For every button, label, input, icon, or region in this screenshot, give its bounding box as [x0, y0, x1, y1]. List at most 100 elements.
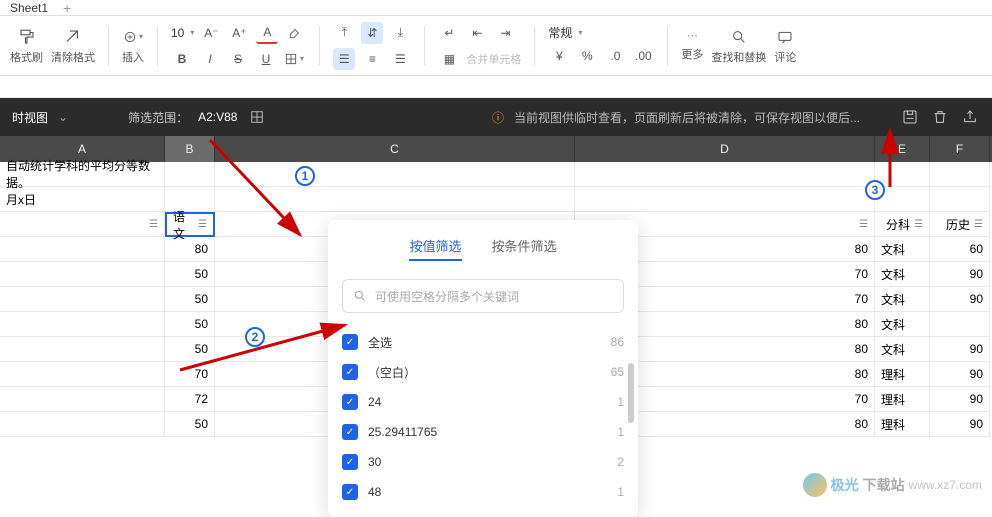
col-header-e[interactable]: E [875, 136, 930, 162]
border-icon[interactable]: ▾ [283, 48, 305, 70]
valign-top-icon[interactable]: ⤒ [333, 22, 355, 44]
cell[interactable] [0, 387, 165, 412]
cell[interactable]: 90 [930, 287, 990, 312]
font-color-icon[interactable]: A [256, 22, 278, 44]
filter-header-e[interactable]: 分科☰ [875, 212, 930, 237]
cell[interactable]: 50 [165, 337, 215, 362]
strikethrough-icon[interactable]: S [227, 48, 249, 70]
font-size-selector[interactable]: 10▾ [171, 26, 194, 40]
scrollbar[interactable] [628, 363, 634, 423]
cell[interactable]: 理科 [875, 387, 930, 412]
cell[interactable]: 90 [930, 412, 990, 437]
format-painter-icon[interactable] [17, 27, 37, 47]
cell[interactable]: 72 [165, 387, 215, 412]
filter-header-b[interactable]: 语文☰ [165, 212, 215, 237]
insert-icon[interactable]: ▾ [123, 27, 143, 47]
checkbox-icon[interactable]: ✓ [342, 394, 358, 410]
underline-icon[interactable]: U [255, 48, 277, 70]
font-size-decrease-icon[interactable]: A⁻ [200, 22, 222, 44]
cell[interactable]: 理科 [875, 362, 930, 387]
number-format-selector[interactable]: 常规▾ [548, 24, 582, 41]
chevron-down-icon[interactable]: ⌄ [58, 110, 68, 124]
clear-format-icon[interactable] [63, 27, 83, 47]
cell[interactable] [0, 237, 165, 262]
checkbox-icon[interactable]: ✓ [342, 424, 358, 440]
col-header-d[interactable]: D [575, 136, 875, 162]
indent-left-icon[interactable]: ⇤ [466, 22, 488, 44]
cell[interactable] [0, 362, 165, 387]
cell[interactable] [0, 337, 165, 362]
wrap-text-icon[interactable]: ↵ [438, 22, 460, 44]
filter-option[interactable]: ✓25.294117651 [342, 417, 624, 447]
cell[interactable]: 自动统计学科的平均分等数据。 [0, 162, 165, 187]
align-center-icon[interactable]: ≡ [361, 48, 383, 70]
cell[interactable] [0, 412, 165, 437]
checkbox-icon[interactable]: ✓ [342, 454, 358, 470]
more-label[interactable]: 更多 [681, 46, 703, 62]
cell[interactable]: 理科 [875, 412, 930, 437]
cell[interactable]: 50 [165, 312, 215, 337]
filter-header-f[interactable]: 历史☰ [930, 212, 990, 237]
valign-bottom-icon[interactable]: ⤓ [389, 22, 411, 44]
filter-search-input[interactable]: 可使用空格分隔多个关键词 [342, 279, 624, 313]
cell[interactable] [930, 187, 990, 212]
filter-icon[interactable]: ☰ [198, 219, 207, 230]
cell[interactable] [0, 287, 165, 312]
cell[interactable] [930, 312, 990, 337]
filter-option[interactable]: ✓全选86 [342, 327, 624, 357]
filter-header-a[interactable]: ☰ [0, 212, 165, 237]
cell[interactable]: 文科 [875, 237, 930, 262]
col-header-b[interactable]: B [165, 136, 215, 162]
filter-option[interactable]: ✓481 [342, 477, 624, 507]
cell[interactable]: 90 [930, 337, 990, 362]
font-size-increase-icon[interactable]: A⁺ [228, 22, 250, 44]
col-header-c[interactable]: C [215, 136, 575, 162]
tab-filter-by-value[interactable]: 按值筛选 [409, 232, 461, 261]
sheet-tab[interactable]: Sheet1 [10, 1, 48, 15]
cell[interactable]: 70 [165, 362, 215, 387]
filter-icon[interactable]: ☰ [149, 219, 158, 230]
fill-color-icon[interactable] [284, 22, 306, 44]
cell[interactable]: 50 [165, 262, 215, 287]
decimal-decrease-icon[interactable]: .0 [604, 45, 626, 67]
cell[interactable]: 文科 [875, 262, 930, 287]
checkbox-icon[interactable]: ✓ [342, 484, 358, 500]
cell[interactable]: 90 [930, 387, 990, 412]
checkbox-icon[interactable]: ✓ [342, 364, 358, 380]
valign-middle-icon[interactable]: ⇵ [361, 22, 383, 44]
bold-icon[interactable]: B [171, 48, 193, 70]
add-sheet-button[interactable]: + [63, 0, 71, 16]
grid-icon[interactable] [247, 110, 267, 124]
cell[interactable]: 50 [165, 412, 215, 437]
filter-icon[interactable]: ☰ [859, 219, 868, 230]
filter-option[interactable]: ✓241 [342, 387, 624, 417]
checkbox-icon[interactable]: ✓ [342, 334, 358, 350]
cell[interactable] [875, 162, 930, 187]
comments-icon[interactable] [775, 27, 795, 47]
cell[interactable] [215, 162, 575, 187]
cell[interactable]: 90 [930, 262, 990, 287]
percent-icon[interactable]: % [576, 45, 598, 67]
cell[interactable]: 月x日 [0, 187, 165, 212]
cell[interactable]: 60 [930, 237, 990, 262]
cell[interactable]: 90 [930, 362, 990, 387]
share-view-icon[interactable] [960, 109, 980, 125]
cell[interactable] [0, 312, 165, 337]
align-right-icon[interactable]: ☰ [389, 48, 411, 70]
cell[interactable] [575, 162, 875, 187]
delete-view-icon[interactable] [930, 109, 950, 125]
cell[interactable]: 50 [165, 287, 215, 312]
tab-filter-by-condition[interactable]: 按条件筛选 [492, 232, 557, 261]
cell[interactable] [575, 187, 875, 212]
decimal-increase-icon[interactable]: .00 [632, 45, 654, 67]
find-replace-icon[interactable] [729, 27, 749, 47]
indent-right-icon[interactable]: ⇥ [494, 22, 516, 44]
currency-icon[interactable]: ¥ [548, 45, 570, 67]
col-header-f[interactable]: F [930, 136, 990, 162]
cell[interactable]: 文科 [875, 312, 930, 337]
cell[interactable] [0, 262, 165, 287]
cell[interactable]: 80 [165, 237, 215, 262]
cell[interactable]: 文科 [875, 337, 930, 362]
save-view-icon[interactable] [900, 109, 920, 125]
cell[interactable] [930, 162, 990, 187]
